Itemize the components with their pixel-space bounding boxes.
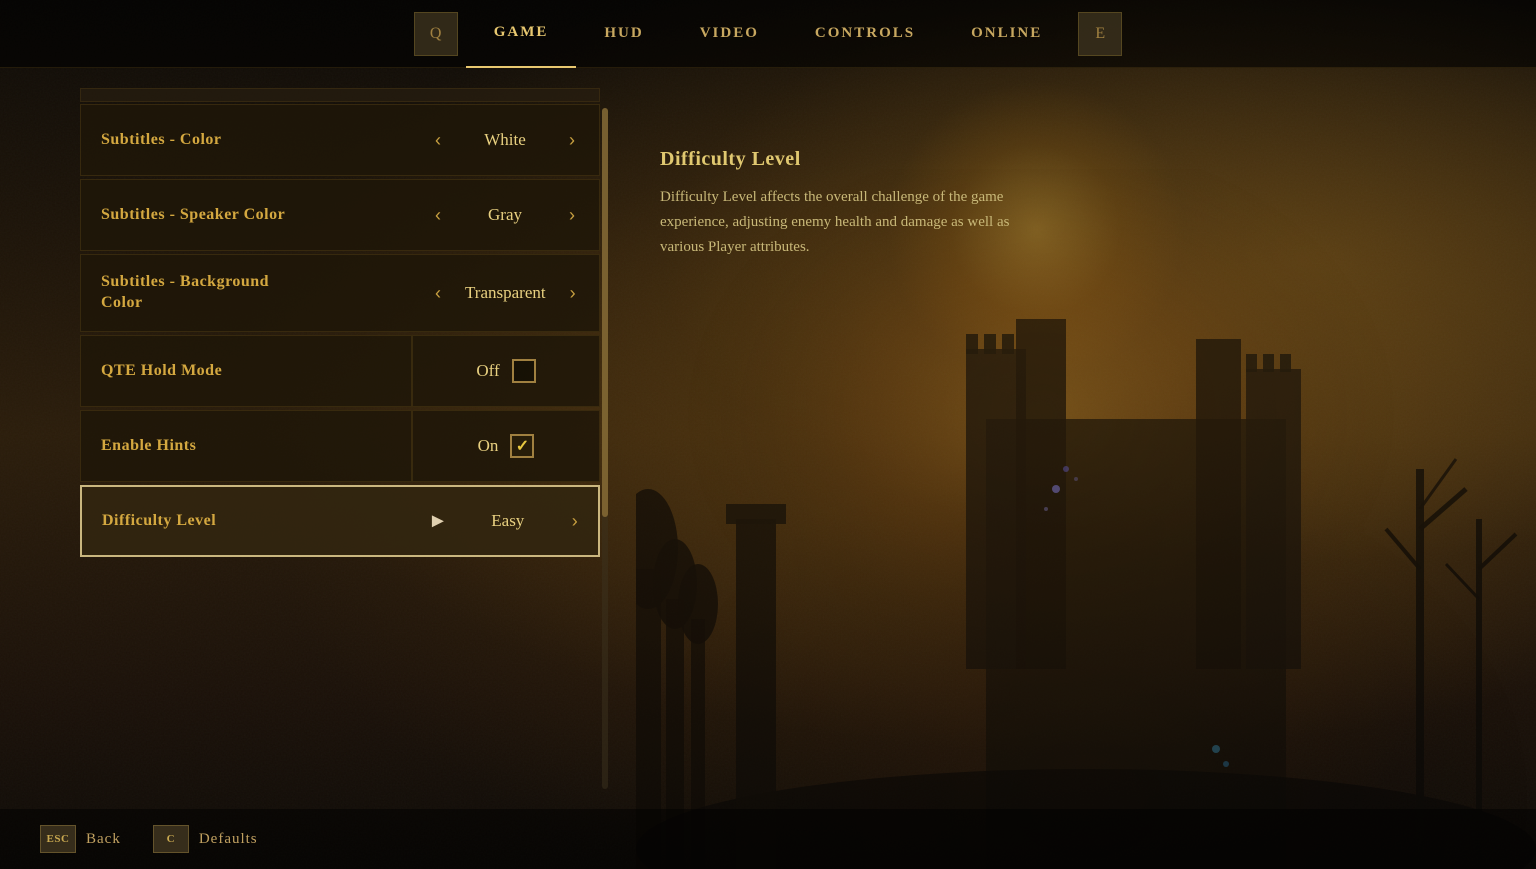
subtitles-bg-color-prev[interactable]: ‹ xyxy=(427,279,449,308)
subtitles-bg-color-value: Transparent xyxy=(465,283,546,303)
setting-row-difficulty-level[interactable]: Difficulty Level ► Easy › xyxy=(80,485,600,557)
setting-row-subtitles-speaker-color[interactable]: Subtitles - Speaker Color ‹ Gray › xyxy=(80,179,600,251)
nav-icon-right[interactable]: E xyxy=(1078,12,1122,56)
tab-video[interactable]: VIDEO xyxy=(672,0,787,68)
subtitles-color-label: Subtitles - Color xyxy=(81,131,411,149)
c-key: C xyxy=(153,825,189,853)
esc-key: ESC xyxy=(40,825,76,853)
difficulty-level-label: Difficulty Level xyxy=(82,512,412,530)
description-title: Difficulty Level xyxy=(660,148,1476,171)
bottom-bar: ESC Back C Defaults xyxy=(0,809,1536,869)
setting-row-subtitles-bg-color[interactable]: Subtitles - BackgroundColor ‹ Transparen… xyxy=(80,254,600,332)
subtitles-color-control: ‹ White › xyxy=(411,126,599,155)
main-area: Subtitles - Color ‹ White › Subtitles - … xyxy=(0,68,1536,809)
back-button[interactable]: ESC Back xyxy=(40,825,121,853)
defaults-button[interactable]: C Defaults xyxy=(153,825,258,853)
qte-checkbox[interactable] xyxy=(512,359,536,383)
tab-game[interactable]: GAME xyxy=(466,0,577,68)
subtitles-speaker-color-label: Subtitles - Speaker Color xyxy=(81,206,411,224)
hints-checkbox-group: On ✓ xyxy=(478,434,535,458)
difficulty-level-value: Easy xyxy=(468,511,548,531)
description-text: Difficulty Level affects the overall cha… xyxy=(660,185,1040,259)
top-navigation: Q GAME HUD VIDEO CONTROLS ONLINE E xyxy=(0,0,1536,68)
setting-row-qte-hold-mode[interactable]: QTE Hold Mode Off xyxy=(80,335,600,407)
subtitles-bg-color-label: Subtitles - BackgroundColor xyxy=(81,272,411,314)
enable-hints-label: Enable Hints xyxy=(81,437,411,455)
enable-hints-control: On ✓ xyxy=(413,434,599,458)
setting-row-subtitles-color[interactable]: Subtitles - Color ‹ White › xyxy=(80,104,600,176)
hints-value-label: On xyxy=(478,436,499,456)
tab-controls[interactable]: CONTROLS xyxy=(787,0,943,68)
subtitles-bg-color-next[interactable]: › xyxy=(562,279,584,308)
subtitles-color-value: White xyxy=(465,130,545,150)
subtitles-speaker-color-next[interactable]: › xyxy=(561,201,583,230)
subtitles-bg-color-control: ‹ Transparent › xyxy=(411,279,600,308)
checkmark-icon: ✓ xyxy=(516,436,529,456)
setting-row-enable-hints[interactable]: Enable Hints On ✓ xyxy=(80,410,600,482)
subtitles-speaker-color-prev[interactable]: ‹ xyxy=(427,201,449,230)
nav-icon-left[interactable]: Q xyxy=(414,12,458,56)
subtitles-color-next[interactable]: › xyxy=(561,126,583,155)
scroll-bar[interactable] xyxy=(602,108,608,789)
qte-hold-mode-label: QTE Hold Mode xyxy=(81,362,411,380)
qte-checkbox-group: Off xyxy=(476,359,535,383)
subtitles-color-prev[interactable]: ‹ xyxy=(427,126,449,155)
tab-online[interactable]: ONLINE xyxy=(943,0,1070,68)
difficulty-level-control: ► Easy › xyxy=(412,507,602,536)
subtitles-speaker-color-control: ‹ Gray › xyxy=(411,201,599,230)
qte-value-label: Off xyxy=(476,361,499,381)
settings-panel: Subtitles - Color ‹ White › Subtitles - … xyxy=(80,88,600,809)
difficulty-level-next[interactable]: › xyxy=(564,507,586,536)
qte-hold-mode-control: Off xyxy=(413,359,599,383)
nav-tabs: GAME HUD VIDEO CONTROLS ONLINE xyxy=(466,0,1071,68)
defaults-label: Defaults xyxy=(199,831,258,848)
subtitles-speaker-color-value: Gray xyxy=(465,205,545,225)
description-panel: Difficulty Level Difficulty Level affect… xyxy=(600,88,1536,809)
cursor-icon: ► xyxy=(428,510,448,533)
scroll-thumb xyxy=(602,108,608,517)
hints-checkbox[interactable]: ✓ xyxy=(510,434,534,458)
back-label: Back xyxy=(86,831,121,848)
partial-row xyxy=(80,88,600,102)
tab-hud[interactable]: HUD xyxy=(576,0,671,68)
